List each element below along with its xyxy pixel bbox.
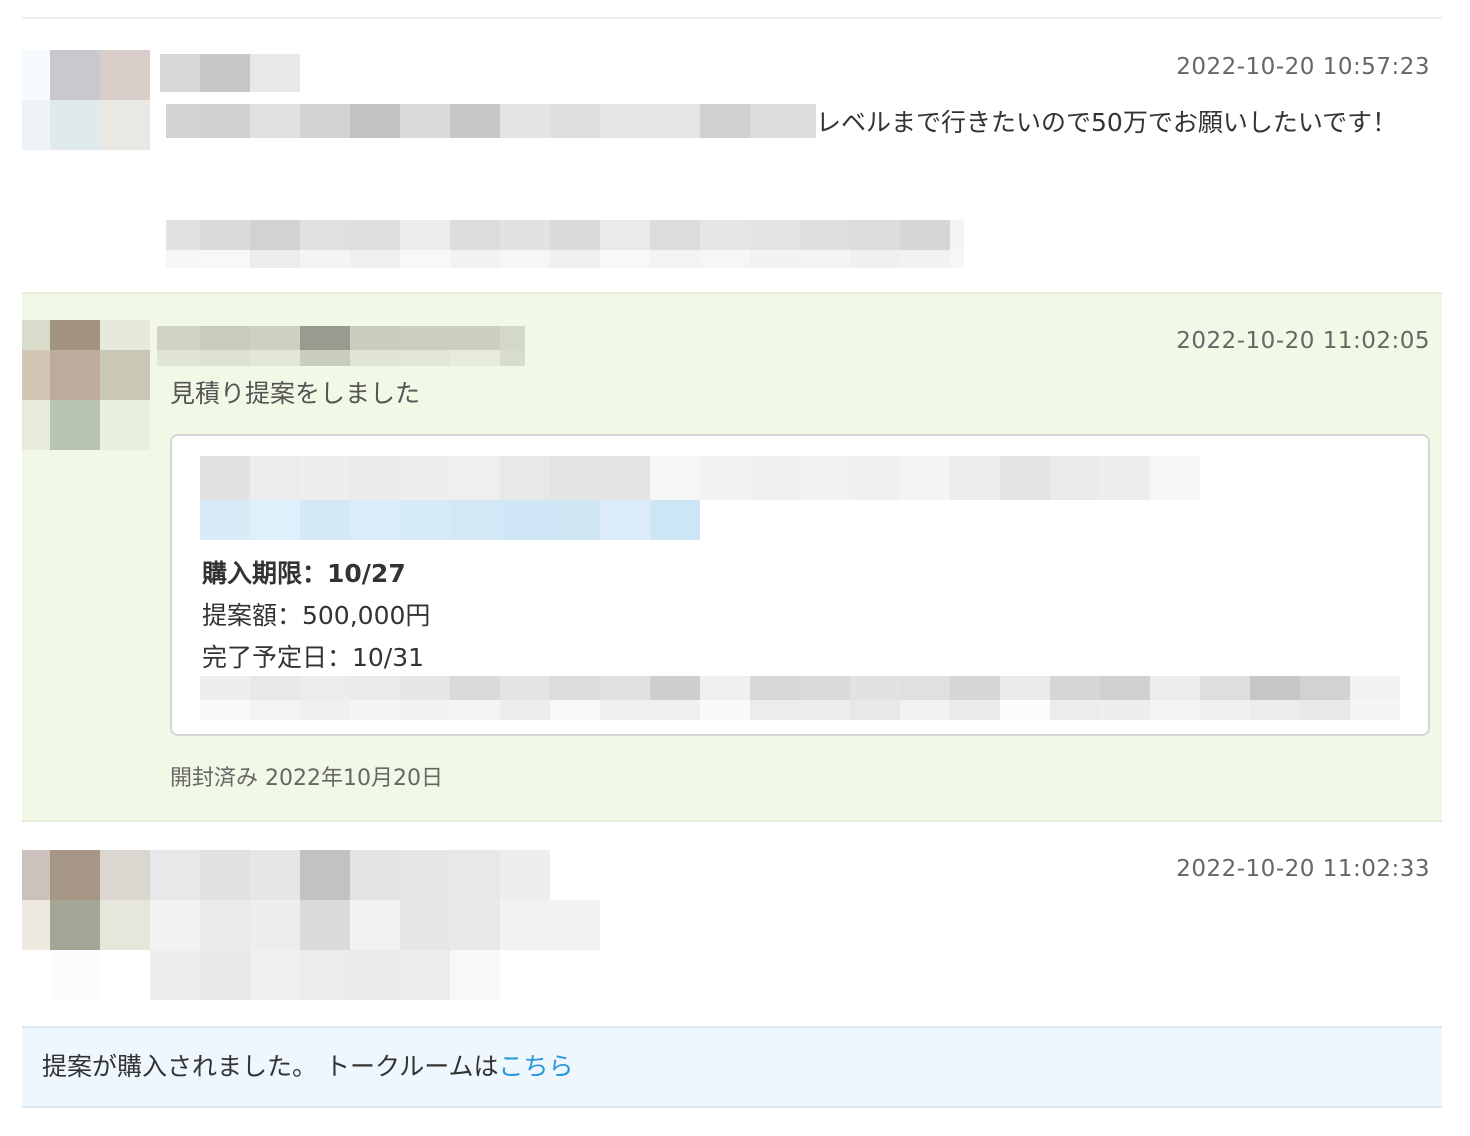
message-item: 2022-10-20 10:57:23 レベルまで行きたいので50万でお願いした…	[22, 20, 1442, 292]
message-text-redacted	[150, 850, 600, 1000]
message-timestamp: 2022-10-20 10:57:23	[1176, 54, 1430, 80]
purchase-notice: 提案が購入されました。 トークルームはこちら	[22, 1026, 1442, 1108]
username-redacted[interactable]	[160, 54, 300, 92]
seller-name-redacted[interactable]	[157, 326, 525, 366]
user-avatar[interactable]	[22, 50, 150, 150]
purchase-deadline: 購入期限：10/27	[202, 559, 406, 588]
proposal-amount: 提案額：500,000円	[202, 601, 431, 630]
proposal-name-redacted	[200, 456, 1250, 500]
seller-avatar[interactable]	[22, 320, 150, 450]
message-timestamp: 2022-10-20 11:02:33	[1176, 856, 1430, 882]
message-item: 2022-10-20 11:02:33	[22, 822, 1442, 1026]
notice-text: 提案が購入されました。 トークルームは	[42, 1052, 499, 1081]
proposal-message: 2022-10-20 11:02:05 見積り提案をしました 購入期限：10/2…	[22, 292, 1442, 822]
proposal-card[interactable]: 購入期限：10/27 提案額：500,000円 完了予定日：10/31	[170, 434, 1430, 736]
proposal-description-redacted	[200, 676, 1400, 720]
message-text: レベルまで行きたいので50万でお願いしたいです！	[166, 102, 1426, 143]
top-divider	[22, 17, 1442, 19]
message-timestamp: 2022-10-20 11:02:05	[1176, 328, 1430, 354]
redacted-text	[166, 104, 816, 138]
talkroom-link[interactable]: こちら	[498, 1052, 573, 1081]
completion-date: 完了予定日：10/31	[202, 643, 425, 672]
user-avatar[interactable]	[22, 850, 150, 1000]
proposal-link-redacted[interactable]	[200, 500, 700, 540]
proposal-title: 見積り提案をしました	[170, 379, 421, 408]
redacted-link-block	[166, 220, 964, 268]
opened-status: 開封済み 2022年10月20日	[170, 766, 443, 791]
